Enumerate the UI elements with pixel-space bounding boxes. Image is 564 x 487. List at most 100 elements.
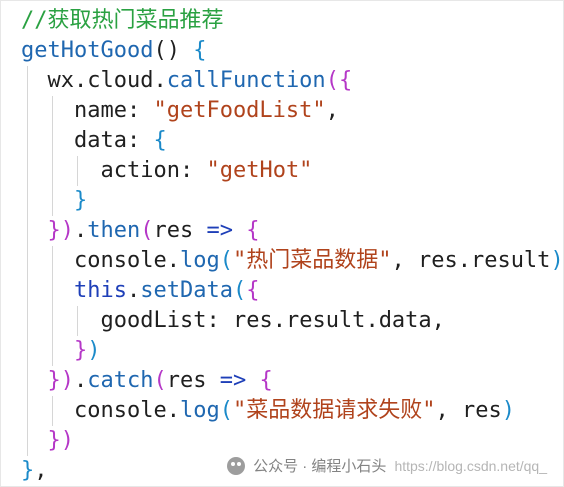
indent-guide <box>27 186 28 216</box>
code-token: setData <box>140 278 233 303</box>
code-token: . <box>74 218 88 243</box>
indent-guide <box>51 186 53 216</box>
code-line: getHotGood() { <box>21 36 563 66</box>
code-line: data: { <box>21 126 563 156</box>
code-token: //获取热门菜品推荐 <box>21 8 224 33</box>
code-token: { <box>193 38 207 63</box>
code-token: ( <box>232 278 247 303</box>
code-block: //获取热门菜品推荐 getHotGood() { wx.cloud.callFu… <box>21 6 564 486</box>
code-token: => <box>219 368 247 393</box>
code-token: "菜品数据请求失败" <box>232 398 436 423</box>
indent-guide <box>27 66 28 96</box>
code-token: data <box>73 128 127 153</box>
code-token: res <box>232 308 273 333</box>
indent-guide <box>27 96 28 126</box>
watermark-url: https://blog.csdn.net/qq_ <box>394 457 547 474</box>
code-token: ( <box>325 68 339 93</box>
code-line: action: "getHot" <box>21 156 563 186</box>
code-token: , <box>391 248 418 273</box>
code-line: //获取热门菜品推荐 <box>21 6 563 36</box>
wechat-icon <box>227 456 246 475</box>
indent-guide <box>27 276 28 306</box>
indent-guide <box>27 366 28 396</box>
code-token: console <box>73 398 167 423</box>
code-token: data <box>378 308 432 333</box>
code-line: name: "getFoodList", <box>21 96 563 126</box>
code-token: . <box>153 68 167 93</box>
code-token: name <box>73 98 127 123</box>
code-token: console <box>73 248 167 273</box>
code-token: callFunction <box>166 68 326 93</box>
code-token: ) <box>60 428 74 453</box>
code-token: { <box>246 278 260 303</box>
indent-guide <box>51 276 53 306</box>
code-token: ) <box>501 398 515 423</box>
indent-guide <box>27 336 28 366</box>
indent-guide <box>51 246 53 276</box>
indent-guide <box>76 156 78 186</box>
indent-guide <box>76 306 78 336</box>
code-token: res <box>461 398 502 423</box>
indent-guide <box>27 156 28 186</box>
code-token: action <box>100 158 180 183</box>
code-token: } <box>73 188 88 213</box>
code-token: { <box>246 218 260 243</box>
code-line: wx.cloud.callFunction({ <box>21 66 563 96</box>
code-editor[interactable]: //获取热门菜品推荐 getHotGood() { wx.cloud.callFu… <box>0 0 564 487</box>
code-token: { <box>259 368 273 393</box>
code-token: result <box>285 308 366 333</box>
indent-guide <box>51 396 53 426</box>
indent-guide <box>51 96 53 126</box>
indent-guide <box>27 246 28 276</box>
code-line: console.log("菜品数据请求失败", res) <box>21 396 563 426</box>
code-token: ( <box>219 248 233 273</box>
code-token: . <box>74 368 88 393</box>
code-token: "热门菜品数据" <box>232 248 392 273</box>
code-token: . <box>272 308 286 333</box>
code-token: : <box>126 128 154 153</box>
indent-guide <box>27 396 28 426</box>
code-token: then <box>87 218 141 243</box>
code-token: } <box>47 428 61 453</box>
watermark-text: 公众号 · 编程小石头 <box>253 458 387 475</box>
code-token: wx <box>47 68 75 93</box>
code-token: cloud <box>87 68 154 93</box>
code-token: . <box>126 278 141 303</box>
code-token: ) <box>60 218 74 243</box>
code-token: . <box>166 248 180 273</box>
code-line: }).catch(res => { <box>21 366 563 396</box>
indent-guide <box>27 426 28 456</box>
code-token: "getFoodList" <box>153 98 326 123</box>
code-token: : <box>206 308 233 333</box>
code-token: . <box>74 68 88 93</box>
indent-guide <box>27 216 28 246</box>
watermark: 公众号 · 编程小石头 https://blog.csdn.net/qq_ <box>227 455 547 476</box>
code-token: getHotGood <box>21 38 154 63</box>
indent-guide <box>27 126 28 156</box>
code-token: ( <box>140 218 154 243</box>
code-line: }).then(res => { <box>21 216 563 246</box>
code-line: }) <box>21 336 563 366</box>
code-token: ) <box>550 248 564 273</box>
code-token: log <box>179 248 220 273</box>
code-token: ) <box>87 338 101 363</box>
code-token: : <box>126 98 154 123</box>
code-token: result <box>470 248 551 273</box>
code-token: => <box>206 218 233 243</box>
code-token: res <box>153 218 194 243</box>
code-line: this.setData({ <box>21 276 563 306</box>
